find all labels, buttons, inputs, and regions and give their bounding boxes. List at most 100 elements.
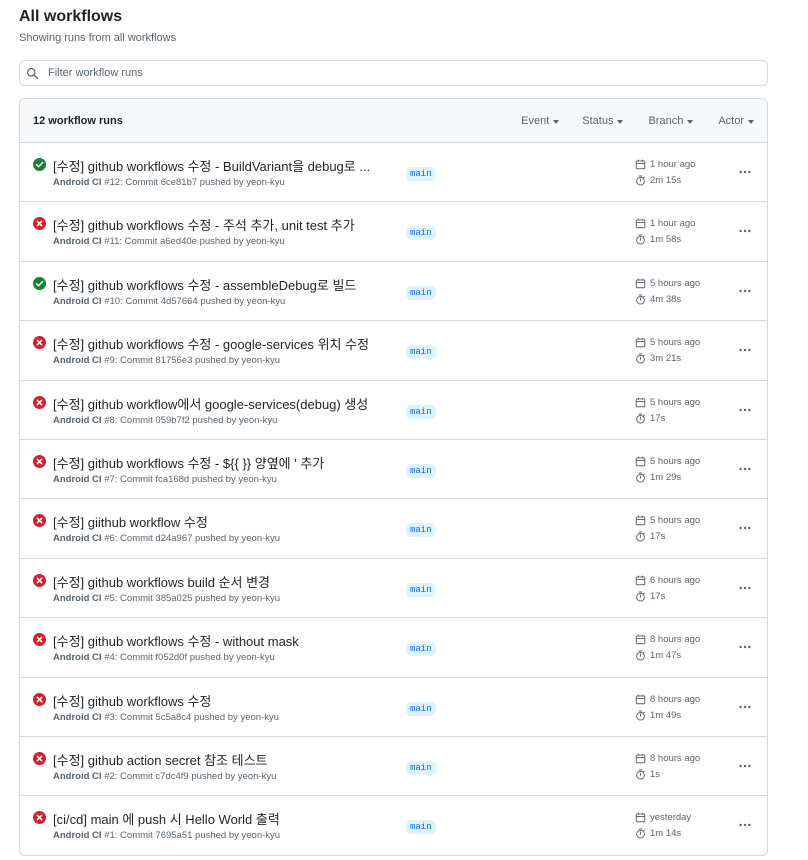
workflow-run-row[interactable]: [수정] github workflows 수정 - BuildVariant을… [20,143,767,203]
run-meta: Android CI #8: Commit 059b7f2 pushed by … [53,415,277,426]
run-options-button[interactable] [736,460,754,478]
run-title[interactable]: [수정] giithub workflow 수정 [53,512,208,531]
workflow-runs-list: 12 workflow runs Event Status Branch Act… [19,98,768,856]
run-time-text: 5 hours ago [650,455,701,467]
run-time: 5 hours ago [635,515,700,526]
run-title[interactable]: [수정] github workflow에서 google-services(d… [53,394,368,413]
run-duration-text: 1m 49s [650,709,682,721]
run-duration: 17s [635,531,665,542]
run-title[interactable]: [수정] github workflows 수정 - assembleDebug… [53,275,356,294]
chevron-down-icon [553,119,560,124]
workflow-run-row[interactable]: [수정] giithub workflow 수정 Android CI #6: … [20,499,767,559]
stopwatch-icon [636,591,645,602]
run-meta-text: #4: Commit f052d0f pushed by yeon-kyu [101,652,275,664]
stopwatch-icon [636,472,645,483]
run-options-button[interactable] [736,698,754,716]
workflow-run-row[interactable]: [수정] github workflows 수정 - without mask … [20,618,767,678]
branch-filter-button[interactable]: Branch [648,115,694,127]
branch-label[interactable]: main [406,463,436,478]
run-time: 5 hours ago [635,456,700,467]
workflow-name: Android CI [53,355,102,367]
workflow-run-row[interactable]: [수정] github workflows 수정 Android CI #3: … [20,678,767,737]
run-title[interactable]: [수정] github workflows 수정 - without mask [53,631,299,650]
branch-label[interactable]: main [406,345,436,360]
filter-input[interactable] [46,66,767,80]
kebab-horizontal-icon [739,467,751,471]
run-time-text: 8 hours ago [650,634,701,646]
run-options-button[interactable] [736,163,754,181]
branch-label[interactable]: main [406,167,436,181]
run-time: yesterday [635,812,691,823]
calendar-icon [635,159,646,170]
run-duration-text: 17s [650,412,666,424]
workflow-run-row[interactable]: [수정] github workflow에서 google-services(d… [20,381,767,440]
run-options-button[interactable] [736,282,754,300]
run-options-button[interactable] [736,816,754,834]
workflow-run-row[interactable]: [수정] github action secret 참조 테스트 Android… [20,737,767,797]
run-duration: 1m 29s [635,472,681,483]
run-options-button[interactable] [736,638,754,656]
run-title[interactable]: [수정] github workflows 수정 - 주석 추가, unit t… [53,215,355,234]
run-meta-text: #9: Commit 81756e3 pushed by yeon-kyu [101,355,281,367]
workflow-run-row[interactable]: [수정] github workflows 수정 - ${{ }} 양옆에 ' … [20,440,767,500]
branch-label[interactable]: main [406,642,436,657]
chevron-down-icon [687,119,694,124]
branch-label[interactable]: main [406,760,436,775]
run-options-button[interactable] [736,401,754,419]
workflow-run-row[interactable]: [ci/cd] main 에 push 시 Hello World 출력 And… [20,796,767,855]
run-title[interactable]: [수정] github workflows 수정 [53,691,211,710]
run-duration: 1s [635,769,660,780]
branch-label[interactable]: main [406,701,436,716]
run-options-button[interactable] [736,341,754,359]
run-time-text: 5 hours ago [650,396,701,408]
run-title[interactable]: [ci/cd] main 에 push 시 Hello World 출력 [53,809,280,828]
run-options-button[interactable] [736,519,754,537]
run-options-button[interactable] [736,222,754,240]
page-subtitle: Showing runs from all workflows [19,32,177,44]
run-time: 8 hours ago [635,753,700,764]
run-title[interactable]: [수정] github workflows 수정 - ${{ }} 양옆에 ' … [53,453,324,472]
check-circle-icon [33,276,46,290]
run-title[interactable]: [수정] github workflows 수정 - BuildVariant을… [53,156,370,175]
run-duration-text: 1s [650,768,661,780]
calendar-icon [635,397,646,407]
run-time-text: 5 hours ago [650,515,701,527]
run-meta: Android CI #12: Commit 6ce81b7 pushed by… [53,177,285,188]
run-meta-text: #6: Commit d24a967 pushed by yeon-kyu [101,533,281,545]
run-duration-text: 3m 21s [650,353,682,365]
run-title[interactable]: [수정] github workflows build 순서 변경 [53,572,270,591]
run-options-button[interactable] [736,579,754,597]
run-duration: 1m 14s [635,828,681,839]
run-title[interactable]: [수정] github action secret 참조 테스트 [53,750,268,769]
run-title[interactable]: [수정] github workflows 수정 - google-servic… [53,334,369,353]
branch-label[interactable]: main [406,582,436,597]
kebab-horizontal-icon [739,645,751,649]
status-filter-button[interactable]: Status [582,115,624,127]
x-circle-icon [33,633,46,647]
run-time-text: 8 hours ago [650,693,701,705]
run-time: 5 hours ago [635,337,700,348]
branch-label[interactable]: main [406,226,436,241]
branch-label[interactable]: main [406,285,436,300]
kebab-horizontal-icon [739,170,751,174]
workflow-name: Android CI [53,177,102,188]
filter-workflow-runs[interactable] [19,60,768,86]
workflow-run-row[interactable]: [수정] github workflows 수정 - 주석 추가, unit t… [20,202,767,262]
run-time: 8 hours ago [635,694,700,705]
actor-filter-button[interactable]: Actor [718,115,754,127]
stopwatch-icon [636,710,645,721]
workflow-name: Android CI [53,770,102,782]
run-options-button[interactable] [736,757,754,775]
run-time-text: 5 hours ago [650,277,701,289]
branch-label[interactable]: main [406,820,436,835]
branch-label[interactable]: main [406,523,436,538]
workflow-name: Android CI [53,414,102,426]
branch-label[interactable]: main [406,404,436,419]
workflow-run-row[interactable]: [수정] github workflows 수정 - google-servic… [20,321,767,381]
calendar-icon [635,516,646,526]
workflow-run-row[interactable]: [수정] github workflows build 순서 변경 Androi… [20,559,767,619]
event-filter-button[interactable]: Event [521,115,560,127]
run-duration-text: 2m 15s [650,175,682,186]
workflow-run-row[interactable]: [수정] github workflows 수정 - assembleDebug… [20,262,767,322]
run-time: 6 hours ago [635,575,700,586]
